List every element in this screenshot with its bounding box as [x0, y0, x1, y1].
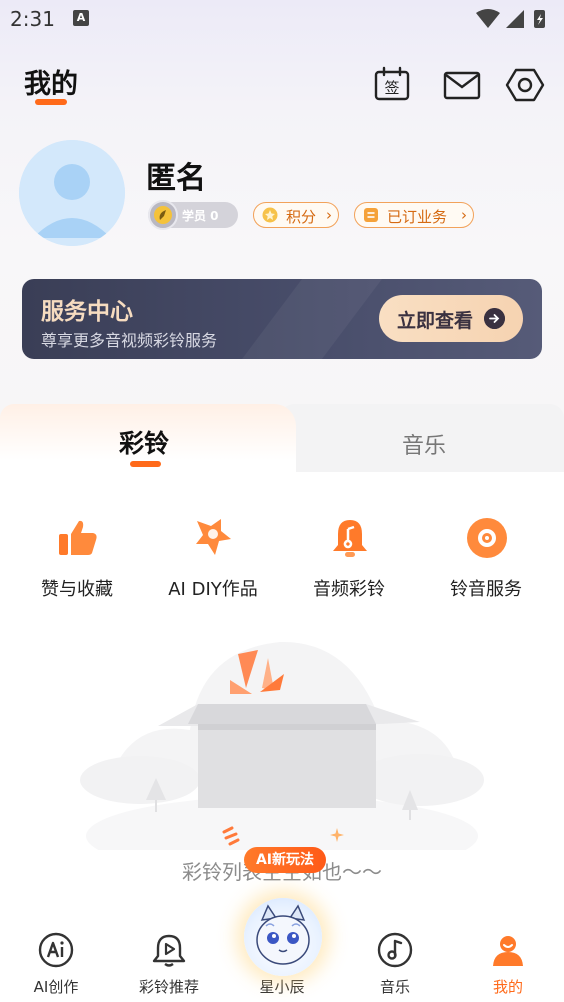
checkin-icon[interactable]: 签: [373, 66, 413, 104]
star-sparkle-icon: [330, 828, 344, 842]
quick-action-ring-service[interactable]: 铃音服务: [426, 515, 546, 605]
avatar[interactable]: [19, 140, 125, 246]
mascot-icon: [256, 904, 310, 965]
ai-diy-icon: [196, 519, 231, 555]
nav-label: AI创作: [33, 978, 79, 996]
points-chip[interactable]: 积分 ›: [253, 202, 339, 228]
quick-action-ai-diy[interactable]: AI DIY作品: [153, 515, 273, 605]
settings-icon[interactable]: [505, 66, 545, 104]
arrow-right-icon: [484, 308, 505, 329]
nav-label: 我的: [492, 978, 523, 996]
subscriptions-doc-icon: [364, 208, 378, 222]
tab-ringtone-label: 彩铃: [119, 429, 170, 458]
subscriptions-chip[interactable]: 已订业务 ›: [354, 202, 474, 228]
gear-service-icon: [467, 518, 507, 558]
level-badge[interactable]: 学员 0: [148, 200, 238, 230]
nav-item-music[interactable]: 音乐: [345, 920, 445, 1002]
nav-item-mine[interactable]: 我的: [458, 920, 558, 1002]
tab-ringtone[interactable]: 彩铃: [0, 404, 296, 474]
quick-action-label: AI DIY作品: [168, 579, 258, 600]
title-underline: [35, 99, 67, 105]
bell-music-icon: [333, 520, 367, 557]
ai-create-icon: [38, 932, 74, 968]
chevron-right-icon: ›: [326, 206, 332, 224]
service-center-banner[interactable]: 服务中心 尊享更多音视频彩铃服务 立即查看: [22, 279, 542, 359]
service-title: 服务中心: [41, 299, 133, 325]
tab-music-label: 音乐: [402, 434, 447, 459]
mail-icon[interactable]: [442, 66, 482, 104]
notification-icon: A: [73, 10, 89, 26]
wifi-icon: [476, 9, 500, 28]
music-note-icon: [377, 932, 413, 968]
profile-icon: [493, 936, 523, 966]
ai-new-play-badge[interactable]: AI新玩法: [244, 847, 326, 873]
view-now-button[interactable]: 立即查看: [379, 295, 523, 342]
username: 匿名: [146, 161, 206, 196]
quick-action-label: 音频彩铃: [313, 579, 385, 600]
nav-item-ringtone-recommend[interactable]: 彩铃推荐: [119, 920, 219, 1002]
mascot-avatar[interactable]: [244, 898, 322, 976]
empty-box-illustration: [80, 641, 484, 850]
quick-action-label: 铃音服务: [450, 579, 522, 600]
banner-decoration: [242, 279, 382, 359]
tab-underline: [130, 461, 161, 467]
service-subtitle: 尊享更多音视频彩铃服务: [41, 331, 218, 350]
thumbs-up-icon: [59, 520, 97, 555]
status-icons: [476, 9, 545, 28]
bell-recommend-icon: [152, 934, 186, 967]
status-time: 2:31: [10, 7, 55, 31]
page-title: 我的: [24, 69, 78, 100]
points-label: 积分: [286, 208, 317, 226]
quick-action-audio-ringtone[interactable]: 音频彩铃: [289, 515, 409, 605]
avatar-placeholder-icon: [19, 140, 125, 246]
nav-label: 彩铃推荐: [138, 978, 199, 996]
signal-icon: [506, 10, 524, 28]
chevron-right-icon: ›: [461, 206, 467, 224]
checkin-glyph: 签: [384, 79, 399, 97]
level-medal-icon: [148, 200, 178, 230]
status-bar: 2:31 A: [0, 0, 564, 38]
view-now-label: 立即查看: [397, 310, 474, 332]
points-star-icon: [262, 207, 278, 223]
nav-label: 音乐: [379, 978, 410, 996]
content-tabs: 音乐 彩铃: [0, 404, 564, 474]
tab-music[interactable]: 音乐: [280, 404, 564, 472]
nav-item-ai-create[interactable]: AI创作: [6, 920, 106, 1002]
quick-action-label: 赞与收藏: [41, 579, 113, 600]
quick-action-likes[interactable]: 赞与收藏: [17, 515, 137, 605]
sparkle-icon: [222, 826, 240, 846]
nav-label: 星小辰: [259, 978, 305, 996]
subscriptions-label: 已订业务: [387, 208, 448, 226]
level-label: 学员 0: [182, 209, 219, 223]
